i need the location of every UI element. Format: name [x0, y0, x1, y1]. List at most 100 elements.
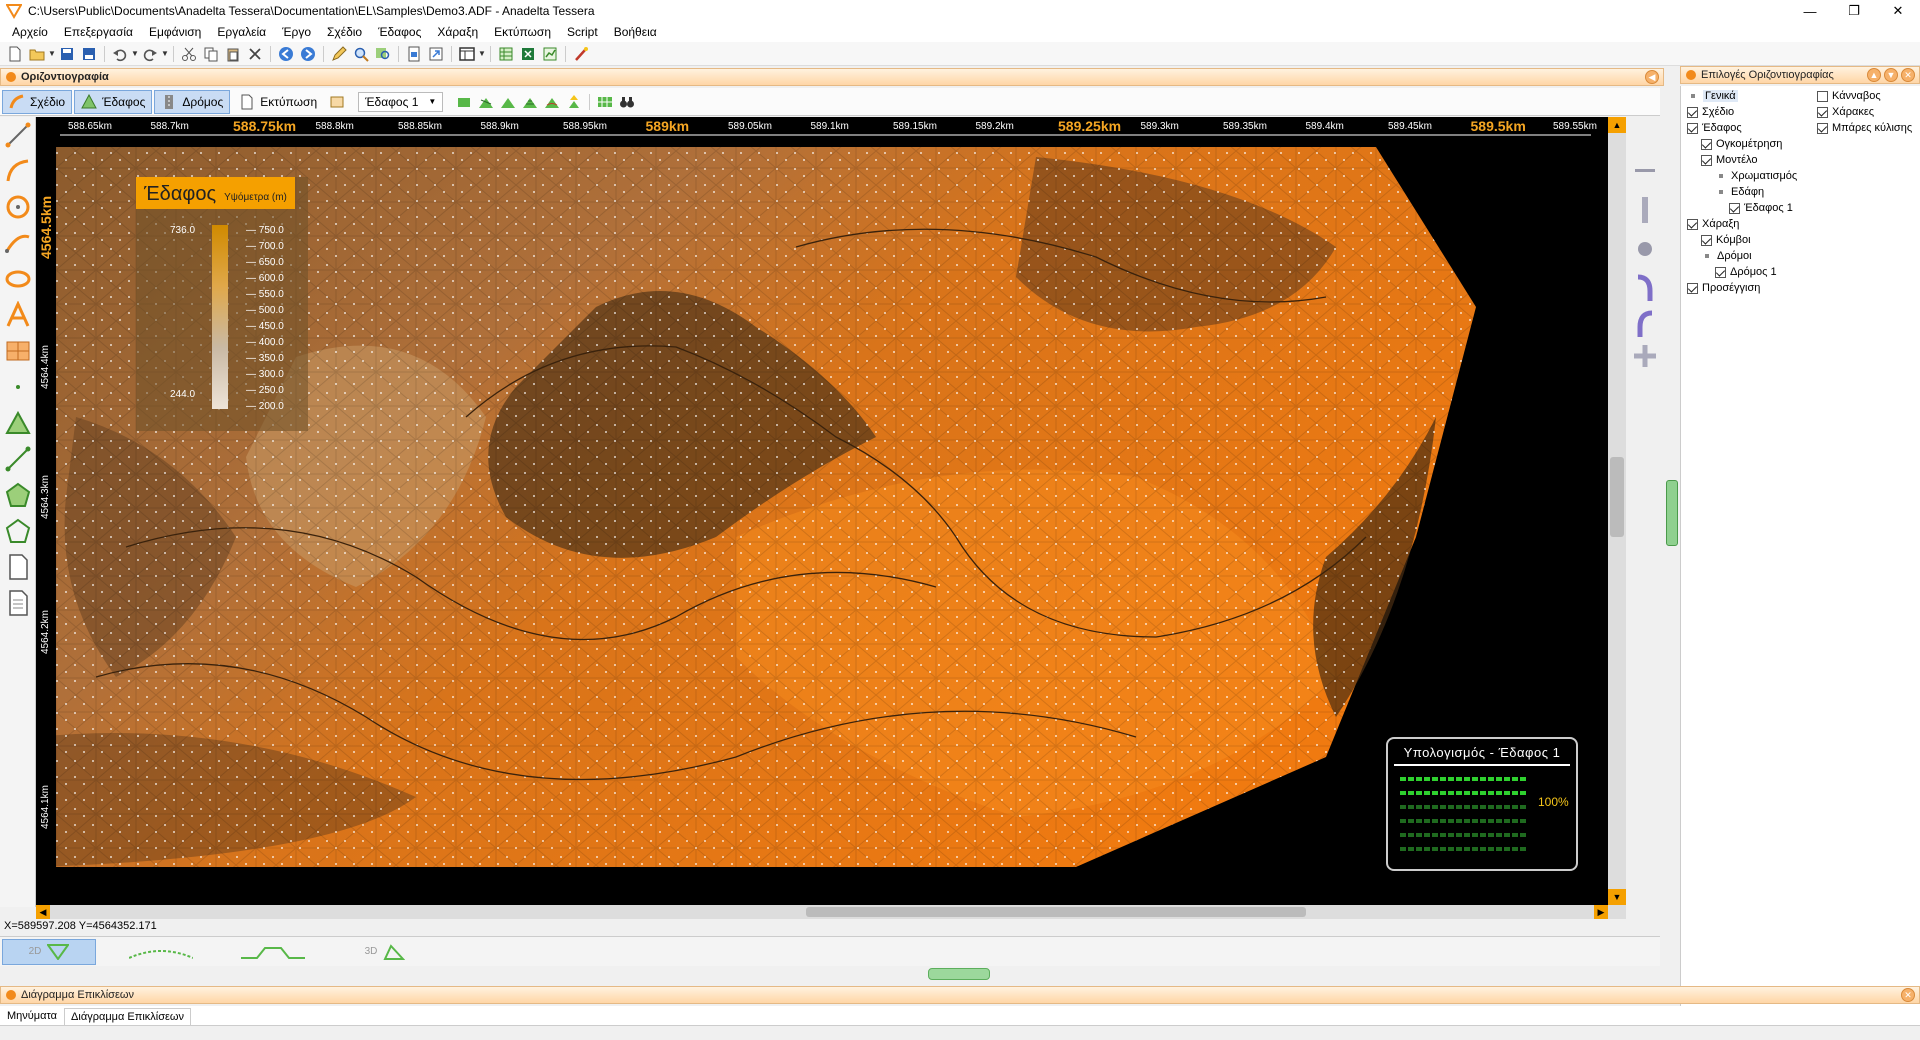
- menu-tools[interactable]: Εργαλεία: [209, 25, 274, 39]
- tab-terrain[interactable]: Έδαφος: [74, 89, 153, 114]
- bottom-panel-splitter[interactable]: [928, 968, 990, 980]
- paste-button[interactable]: [222, 44, 244, 64]
- point-tool-button[interactable]: [2, 369, 34, 405]
- line-tool-button[interactable]: [2, 117, 34, 153]
- page-tool-button[interactable]: [2, 549, 34, 585]
- tab-longitudinal-profile[interactable]: [114, 939, 208, 965]
- redo-button[interactable]: [139, 44, 161, 64]
- terrain-tool-2[interactable]: [475, 92, 497, 112]
- tree-checkbox[interactable]: [1687, 122, 1698, 134]
- tree-checkbox[interactable]: [1701, 138, 1712, 150]
- tree-item[interactable]: Δρόμος 1: [1715, 266, 1777, 278]
- tree-checkbox[interactable]: [1687, 106, 1698, 118]
- option-item[interactable]: Χάρακες: [1817, 106, 1874, 118]
- page-setup-button[interactable]: [403, 44, 425, 64]
- delete-button[interactable]: [244, 44, 266, 64]
- menu-project[interactable]: Έργο: [274, 25, 319, 39]
- horizontal-scrollbar[interactable]: ◀ ▶: [36, 905, 1626, 919]
- scroll-up-button[interactable]: ▲: [1608, 117, 1626, 133]
- tree-item[interactable]: Χάραξη: [1687, 218, 1739, 230]
- option-checkbox[interactable]: [1817, 90, 1828, 102]
- tab-2d-view[interactable]: 2D: [2, 938, 96, 965]
- tab-drawing[interactable]: Σχέδιο: [2, 89, 73, 114]
- terrain-tool-6[interactable]: [563, 92, 585, 112]
- move-tool[interactable]: [1634, 345, 1656, 367]
- vertical-scrollbar[interactable]: ▲ ▼: [1608, 117, 1626, 905]
- measure-button[interactable]: [328, 44, 350, 64]
- undo-dropdown-icon[interactable]: ▼: [131, 49, 139, 58]
- curve-left-tool[interactable]: [1637, 274, 1653, 301]
- open-dropdown-icon[interactable]: ▼: [48, 49, 56, 58]
- scroll-thumb[interactable]: [1610, 457, 1624, 537]
- hatch-tool-button[interactable]: [2, 333, 34, 369]
- menu-view[interactable]: Εμφάνιση: [141, 25, 209, 39]
- arc-tool-button[interactable]: [2, 153, 34, 189]
- terrain-tool-1[interactable]: [453, 92, 475, 112]
- tab-cross-section[interactable]: [226, 939, 320, 965]
- layout-dropdown-icon[interactable]: ▼: [478, 49, 486, 58]
- scroll-thumb[interactable]: [806, 907, 1306, 917]
- panel-up-button[interactable]: ▲: [1867, 68, 1881, 82]
- zoom-button[interactable]: [350, 44, 372, 64]
- tree-item[interactable]: Έδαφος 1: [1729, 202, 1793, 214]
- undo-button[interactable]: [109, 44, 131, 64]
- open-file-button[interactable]: [26, 44, 48, 64]
- menu-terrain[interactable]: Έδαφος: [370, 25, 429, 39]
- menu-script[interactable]: Script: [559, 25, 606, 39]
- tree-item[interactable]: Κόμβοι: [1701, 234, 1751, 246]
- tab-superelevation-diagram[interactable]: Διάγραμμα Επικλίσεων: [64, 1008, 192, 1025]
- option-checkbox[interactable]: [1817, 106, 1828, 118]
- text-tool-button[interactable]: [2, 297, 34, 333]
- scroll-down-button[interactable]: ▼: [1608, 889, 1626, 905]
- menu-print[interactable]: Εκτύπωση: [486, 25, 559, 39]
- tree-item[interactable]: Μοντέλο: [1701, 154, 1757, 166]
- save-button[interactable]: [56, 44, 78, 64]
- copy-button[interactable]: [200, 44, 222, 64]
- tree-checkbox[interactable]: [1701, 154, 1712, 166]
- scroll-right-button[interactable]: ▶: [1594, 905, 1608, 919]
- horizontal-line-tool[interactable]: [1635, 169, 1655, 172]
- node-tool[interactable]: [1638, 242, 1652, 256]
- tree-item[interactable]: Εδάφη: [1715, 186, 1764, 198]
- curve-right-tool[interactable]: [1637, 310, 1653, 337]
- circle-tool-button[interactable]: [2, 189, 34, 225]
- forward-button[interactable]: [297, 44, 319, 64]
- tree-item[interactable]: Γενικά: [1687, 90, 1738, 102]
- tree-checkbox[interactable]: [1701, 234, 1712, 246]
- back-button[interactable]: [275, 44, 297, 64]
- tree-checkbox[interactable]: [1715, 266, 1726, 278]
- menu-help[interactable]: Βοήθεια: [606, 25, 665, 39]
- cut-button[interactable]: [178, 44, 200, 64]
- find-button[interactable]: [372, 44, 394, 64]
- minimize-button[interactable]: —: [1788, 0, 1832, 22]
- terrain-analysis-button[interactable]: [594, 92, 616, 112]
- menu-alignment[interactable]: Χάραξη: [429, 25, 486, 39]
- polyline-tool-button[interactable]: [2, 441, 34, 477]
- panel-down-button[interactable]: ▼: [1884, 68, 1898, 82]
- tree-checkbox[interactable]: [1729, 202, 1740, 214]
- page-lines-tool-button[interactable]: [2, 585, 34, 621]
- tree-checkbox[interactable]: [1687, 282, 1698, 294]
- tree-item[interactable]: Έδαφος: [1687, 122, 1742, 134]
- curve-tool-button[interactable]: [2, 225, 34, 261]
- right-panel-splitter[interactable]: [1666, 480, 1678, 546]
- new-file-button[interactable]: [4, 44, 26, 64]
- tab-road[interactable]: Δρόμος: [154, 89, 231, 114]
- menu-file[interactable]: Αρχείο: [4, 25, 56, 39]
- terrain-tool-4[interactable]: [519, 92, 541, 112]
- binoculars-button[interactable]: [616, 92, 638, 112]
- terrain-tool-5[interactable]: [541, 92, 563, 112]
- tab-3d-view[interactable]: 3D: [338, 939, 432, 965]
- panel-close-button[interactable]: ✕: [1901, 988, 1915, 1002]
- option-item[interactable]: Κάνναβος: [1817, 90, 1881, 102]
- option-item[interactable]: Μπάρες κύλισης: [1817, 122, 1912, 134]
- tree-item[interactable]: Χρωματισμός: [1715, 170, 1797, 182]
- map-canvas[interactable]: 588.65km 588.7km 588.75km 588.8km 588.85km 58…: [36, 117, 1626, 905]
- excel-button[interactable]: [517, 44, 539, 64]
- terrain-tool-3[interactable]: [497, 92, 519, 112]
- ellipse-tool-button[interactable]: [2, 261, 34, 297]
- vertical-bar-tool[interactable]: [1642, 197, 1648, 223]
- polygon-tool-button[interactable]: [2, 477, 34, 513]
- tree-item[interactable]: Σχέδιο: [1687, 106, 1734, 118]
- tab-messages[interactable]: Μηνύματα: [0, 1007, 64, 1025]
